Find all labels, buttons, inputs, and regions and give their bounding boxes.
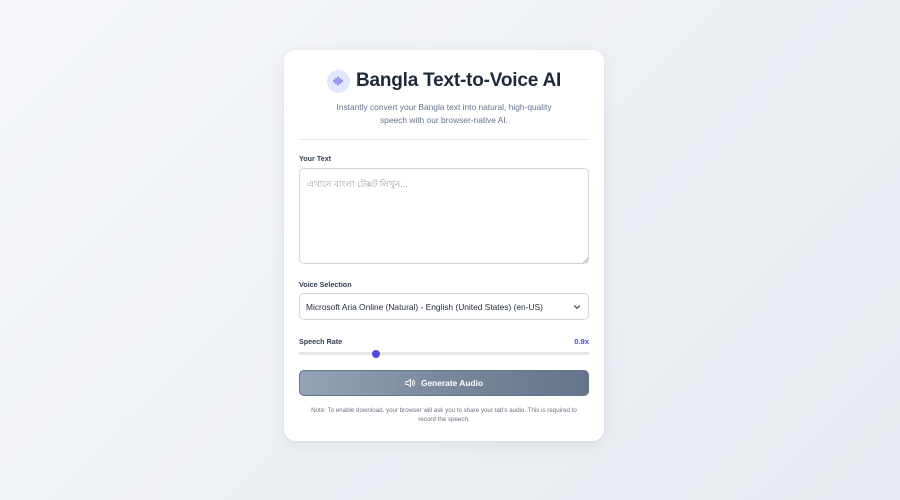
download-note: Note: To enable download, your browser w… <box>311 407 577 423</box>
speech-rate-slider-thumb[interactable] <box>372 349 381 358</box>
resize-handle-icon[interactable] <box>582 257 588 263</box>
bangla-text-input[interactable] <box>299 168 589 264</box>
speech-rate-header: Speech Rate 0.9x <box>299 337 589 346</box>
app-header: Bangla Text-to-Voice AI <box>284 67 604 95</box>
page-title: Bangla Text-to-Voice AI <box>355 70 562 91</box>
page-subtitle: Instantly convert your Bangla text into … <box>336 102 552 125</box>
chevron-down-icon <box>573 304 581 309</box>
header-divider <box>299 139 589 140</box>
generate-audio-label: Generate Audio <box>420 378 484 388</box>
voice-select[interactable]: Microsoft Aria Online (Natural) - Englis… <box>299 293 589 320</box>
speech-rate-value: 0.9x <box>574 337 589 346</box>
generate-audio-button[interactable]: Generate Audio <box>299 370 589 396</box>
voice-select-value: Microsoft Aria Online (Natural) - Englis… <box>306 301 543 312</box>
text-input-label: Your Text <box>299 154 332 163</box>
soundwave-icon <box>333 76 343 86</box>
speech-rate-label: Speech Rate <box>299 337 343 346</box>
logo-badge <box>326 69 350 93</box>
voice-selection-label: Voice Selection <box>299 280 352 289</box>
speech-rate-slider[interactable] <box>299 349 589 358</box>
tts-card: Bangla Text-to-Voice AI Instantly conver… <box>284 50 604 441</box>
speaker-icon <box>405 378 415 388</box>
